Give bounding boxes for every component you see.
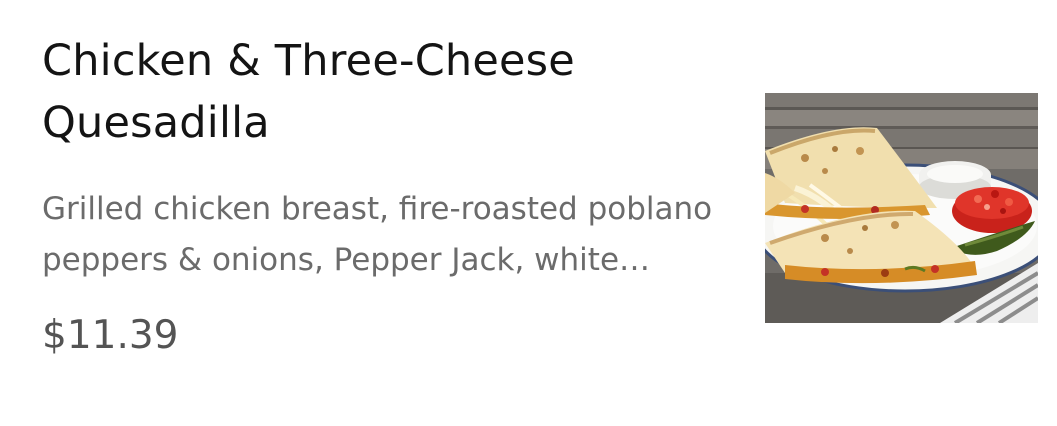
menu-item-image[interactable] bbox=[765, 93, 1038, 323]
menu-item-description: Grilled chicken breast, fire-roasted pob… bbox=[42, 191, 713, 278]
menu-item-info: Chicken & Three-Cheese Quesadilla Grille… bbox=[42, 30, 732, 364]
menu-item-card[interactable]: Chicken & Three-Cheese Quesadilla Grille… bbox=[0, 0, 1057, 426]
menu-item-price: $11.39 bbox=[42, 313, 179, 358]
menu-item-title: Chicken & Three-Cheese Quesadilla bbox=[42, 36, 575, 148]
